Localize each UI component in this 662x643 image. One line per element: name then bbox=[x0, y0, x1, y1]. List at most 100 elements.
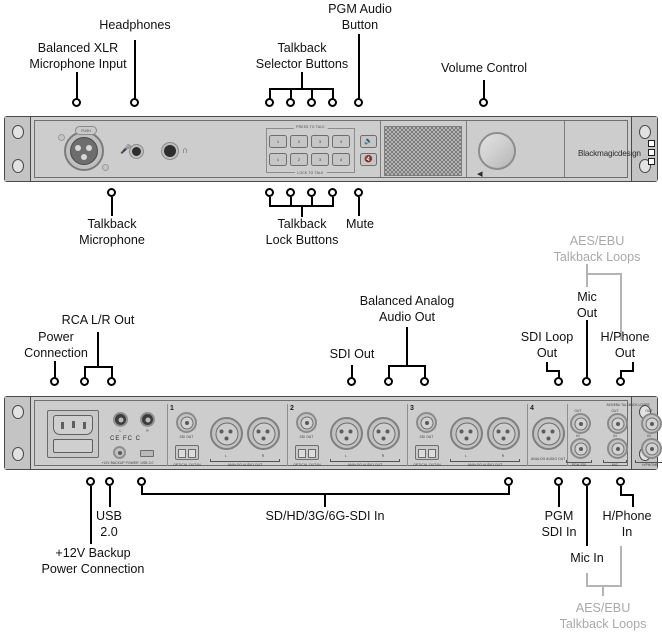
xlr-r1-pin2 bbox=[265, 429, 270, 434]
analog-right-label-2: R bbox=[381, 454, 385, 458]
callout-dot-rca-left-out bbox=[80, 377, 89, 386]
hphone-in-connector[interactable] bbox=[641, 438, 662, 459]
iec-power-connector[interactable] bbox=[47, 410, 99, 458]
xlr-l2-pin1 bbox=[339, 429, 344, 434]
leader-aes-top-bar bbox=[586, 273, 622, 275]
mic-out-connector[interactable] bbox=[607, 413, 628, 434]
backup-power-connector[interactable] bbox=[113, 446, 126, 459]
mute-button[interactable]: 🔇 bbox=[360, 153, 377, 166]
xlr-mount-screw-bottom bbox=[102, 164, 109, 171]
optical-out-port-3 bbox=[418, 448, 426, 458]
xlr-r2-pin3 bbox=[381, 436, 386, 441]
hphone-out-connector[interactable] bbox=[641, 413, 662, 434]
usb-connector[interactable] bbox=[140, 450, 154, 457]
analog-right-label-1: R bbox=[261, 454, 265, 458]
pgm-audio-button[interactable]: 🔈 bbox=[360, 135, 377, 148]
optical-connector-1[interactable] bbox=[175, 445, 199, 460]
xlr-l4-pin1 bbox=[541, 429, 546, 434]
rack-screw-rear-bottom-left bbox=[12, 447, 24, 461]
analog-right-label-3: R bbox=[501, 454, 505, 458]
callout-dot-power-connection bbox=[50, 377, 59, 386]
rack-screw-rear-top-left bbox=[12, 405, 24, 419]
xlr-l1-pin1 bbox=[219, 429, 224, 434]
rca-left-out-connector[interactable] bbox=[113, 412, 128, 427]
callout-label-mic-out: Mic Out bbox=[576, 290, 598, 320]
talkback-lock-button-1[interactable]: 1 bbox=[269, 153, 287, 166]
pgm-sdi-port-label: PGM SDI bbox=[571, 463, 587, 467]
callout-dot-sdi-loop-out bbox=[554, 377, 563, 386]
optical-connector-3[interactable] bbox=[415, 445, 439, 460]
xlr-microphone-input-connector[interactable]: PUSH bbox=[58, 126, 109, 171]
xlr-barrel-l3 bbox=[455, 422, 478, 445]
pgm-sdi-loop-out-connector[interactable] bbox=[570, 413, 591, 434]
optical-label-1: OPTICAL OUT/IN bbox=[173, 463, 201, 467]
panel-divider-left bbox=[380, 121, 381, 177]
analog-audio-out-left-4[interactable] bbox=[532, 417, 565, 450]
xlr-r1-pin1 bbox=[256, 429, 261, 434]
optical-label-3: OPTICAL OUT/IN bbox=[413, 463, 441, 467]
microphone-jack[interactable] bbox=[130, 145, 143, 158]
analog-audio-out-right-1[interactable] bbox=[247, 417, 280, 450]
iec-inlet-top bbox=[53, 415, 93, 435]
talkback-selector-button-2[interactable]: 2 bbox=[290, 135, 308, 148]
callout-label-balanced-analog-audio-out: Balanced Analog Audio Out bbox=[359, 294, 455, 324]
bnc-center-pgm-in bbox=[578, 446, 583, 451]
volume-control-knob[interactable] bbox=[478, 132, 516, 170]
talkback-selector-button-1[interactable]: 1 bbox=[269, 135, 287, 148]
analog-left-label-3: L bbox=[465, 454, 467, 458]
rca-right-out-connector[interactable] bbox=[140, 412, 155, 427]
rca-left-label: L bbox=[119, 429, 122, 433]
panel-divider-brand bbox=[564, 121, 565, 177]
speaker-grille bbox=[384, 126, 462, 176]
bnc-center-2 bbox=[304, 420, 309, 425]
backup-power-center-pin bbox=[117, 450, 122, 455]
callout-label-sd-hd-3g-6g-sdi-in: SD/HD/3G/6G-SDI In bbox=[265, 509, 385, 523]
channel-divider-3 bbox=[407, 404, 408, 466]
mic-in-connector[interactable] bbox=[607, 438, 628, 459]
talkback-lock-button-2[interactable]: 2 bbox=[290, 153, 308, 166]
xlr-barrel-r3 bbox=[492, 422, 515, 445]
optical-label-2: OPTICAL OUT/IN bbox=[293, 463, 321, 467]
callout-label-volume-control: Volume Control bbox=[440, 61, 528, 75]
talkback-lock-button-4[interactable]: 4 bbox=[332, 153, 350, 166]
rca-right-label: R bbox=[146, 429, 149, 433]
analog-bracket-1 bbox=[210, 459, 280, 462]
channel-number-2: 2 bbox=[290, 405, 294, 412]
rear-panel-chassis: L R CE FC C +12V BACKUP POWER USB 2.0 1 … bbox=[4, 396, 662, 470]
iec-pin-2 bbox=[72, 421, 75, 428]
talkback-lock-button-3[interactable]: 3 bbox=[311, 153, 329, 166]
callout-dot-talkback-lock-2 bbox=[286, 188, 295, 197]
callout-dot-talkback-selector-1 bbox=[265, 98, 274, 107]
analog-audio-out-right-3[interactable] bbox=[487, 417, 520, 450]
analog-audio-out-right-2[interactable] bbox=[367, 417, 400, 450]
callout-dot-mic-in bbox=[582, 477, 591, 486]
bnc-center-hphone-out bbox=[649, 421, 654, 426]
xlr-barrel-r1 bbox=[252, 422, 275, 445]
analog-audio-out-left-2[interactable] bbox=[330, 417, 363, 450]
xlr-push-latch-label[interactable]: PUSH bbox=[75, 126, 97, 135]
analog-audio-out-left-3[interactable] bbox=[450, 417, 483, 450]
sdi-out-connector-1[interactable] bbox=[176, 412, 197, 433]
optical-connector-2[interactable] bbox=[295, 445, 319, 460]
talkback-selector-button-4[interactable]: 4 bbox=[332, 135, 350, 148]
sdi-out-connector-3[interactable] bbox=[416, 412, 437, 433]
pgm-sdi-in-connector[interactable] bbox=[570, 438, 591, 459]
front-panel-face: PUSH 🎤 ∩ PRESS TO TALK LOCK TO TALK 1 2 … bbox=[34, 120, 655, 180]
leader-mute bbox=[358, 197, 360, 216]
rack-screw-front-top-left bbox=[12, 125, 24, 139]
callout-label-pgm-sdi-in: PGM SDI In bbox=[541, 509, 577, 539]
xlr-barrel-l4 bbox=[537, 422, 560, 445]
xlr-l3-pin1 bbox=[459, 429, 464, 434]
xlr-barrel-l2 bbox=[335, 422, 358, 445]
talkback-selector-button-3[interactable]: 3 bbox=[311, 135, 329, 148]
lock-to-talk-caption: LOCK TO TALK bbox=[294, 171, 327, 176]
leader-aes-bottom-stem bbox=[602, 585, 604, 596]
callout-dot-balanced-xlr-microphone-input bbox=[72, 98, 81, 107]
channel-divider-2 bbox=[287, 404, 288, 466]
callout-dot-volume-control bbox=[479, 98, 488, 107]
analog-audio-out-left-1[interactable] bbox=[210, 417, 243, 450]
sdi-out-connector-2[interactable] bbox=[296, 412, 317, 433]
callout-label-talkback-microphone: Talkback Microphone bbox=[79, 217, 145, 247]
headphone-jack[interactable] bbox=[162, 143, 178, 159]
callout-dot-talkback-selector-3 bbox=[307, 98, 316, 107]
